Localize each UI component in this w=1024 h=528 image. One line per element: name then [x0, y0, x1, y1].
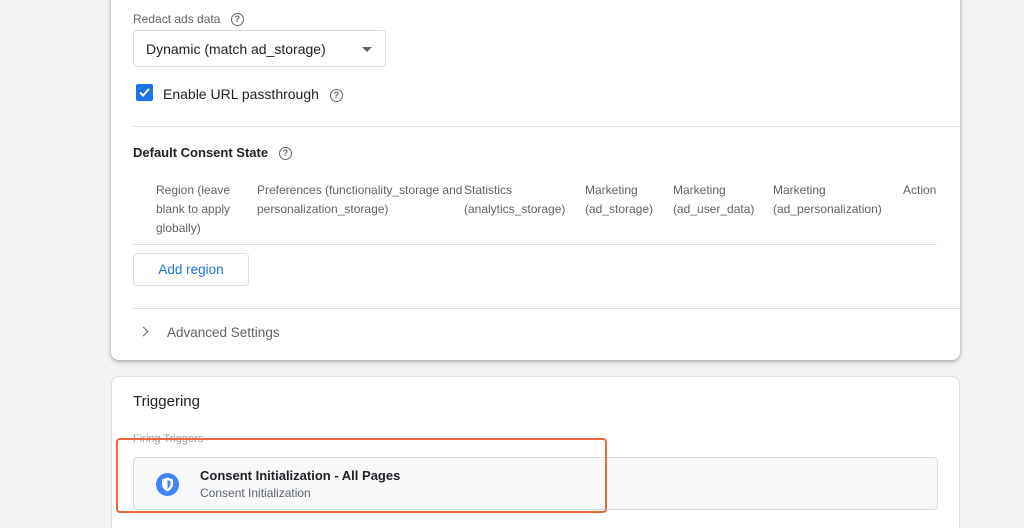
section-divider: [133, 308, 960, 309]
column-header-marketing-ad-personalization: Marketing (ad_personalization): [773, 183, 882, 216]
column-header-preferences: Preferences (functionality_storage and p…: [257, 183, 463, 216]
column-header-action: Action: [903, 183, 937, 197]
help-icon[interactable]: ?: [230, 13, 244, 27]
shield-icon: [156, 473, 179, 496]
section-divider: [133, 126, 960, 127]
column-header-marketing-ad-storage: Marketing (ad_storage): [585, 183, 654, 216]
help-icon[interactable]: ?: [329, 88, 343, 102]
firing-triggers-label: Firing Triggers: [133, 433, 204, 445]
table-header-divider: [133, 244, 937, 245]
url-passthrough-row: Enable URL passthrough ?: [163, 86, 343, 102]
url-passthrough-label: Enable URL passthrough: [163, 86, 319, 102]
dropdown-arrow-icon: [362, 47, 372, 52]
column-header-region: Region (leave blank to apply globally): [156, 183, 231, 235]
default-consent-title-row: Default Consent State ?: [133, 145, 292, 161]
redact-ads-label: Redact ads data: [133, 12, 221, 26]
trigger-item[interactable]: Consent Initialization - All Pages Conse…: [133, 457, 938, 510]
url-passthrough-checkbox[interactable]: [136, 84, 153, 101]
column-header-marketing-ad-user-data: Marketing (ad_user_data): [673, 183, 755, 216]
redact-ads-label-row: Redact ads data ?: [133, 12, 244, 27]
redact-ads-select-value: Dynamic (match ad_storage): [146, 41, 326, 57]
trigger-type: Consent Initialization: [200, 486, 311, 500]
add-region-button[interactable]: Add region: [133, 253, 249, 286]
check-icon: [139, 88, 150, 97]
redact-ads-select[interactable]: Dynamic (match ad_storage): [133, 30, 386, 67]
advanced-settings-label: Advanced Settings: [167, 325, 280, 340]
default-consent-title: Default Consent State: [133, 145, 269, 160]
help-icon[interactable]: ?: [278, 147, 292, 161]
trigger-name: Consent Initialization - All Pages: [200, 468, 401, 483]
triggering-title: Triggering: [133, 393, 200, 410]
column-header-statistics: Statistics (analytics_storage): [464, 183, 566, 216]
